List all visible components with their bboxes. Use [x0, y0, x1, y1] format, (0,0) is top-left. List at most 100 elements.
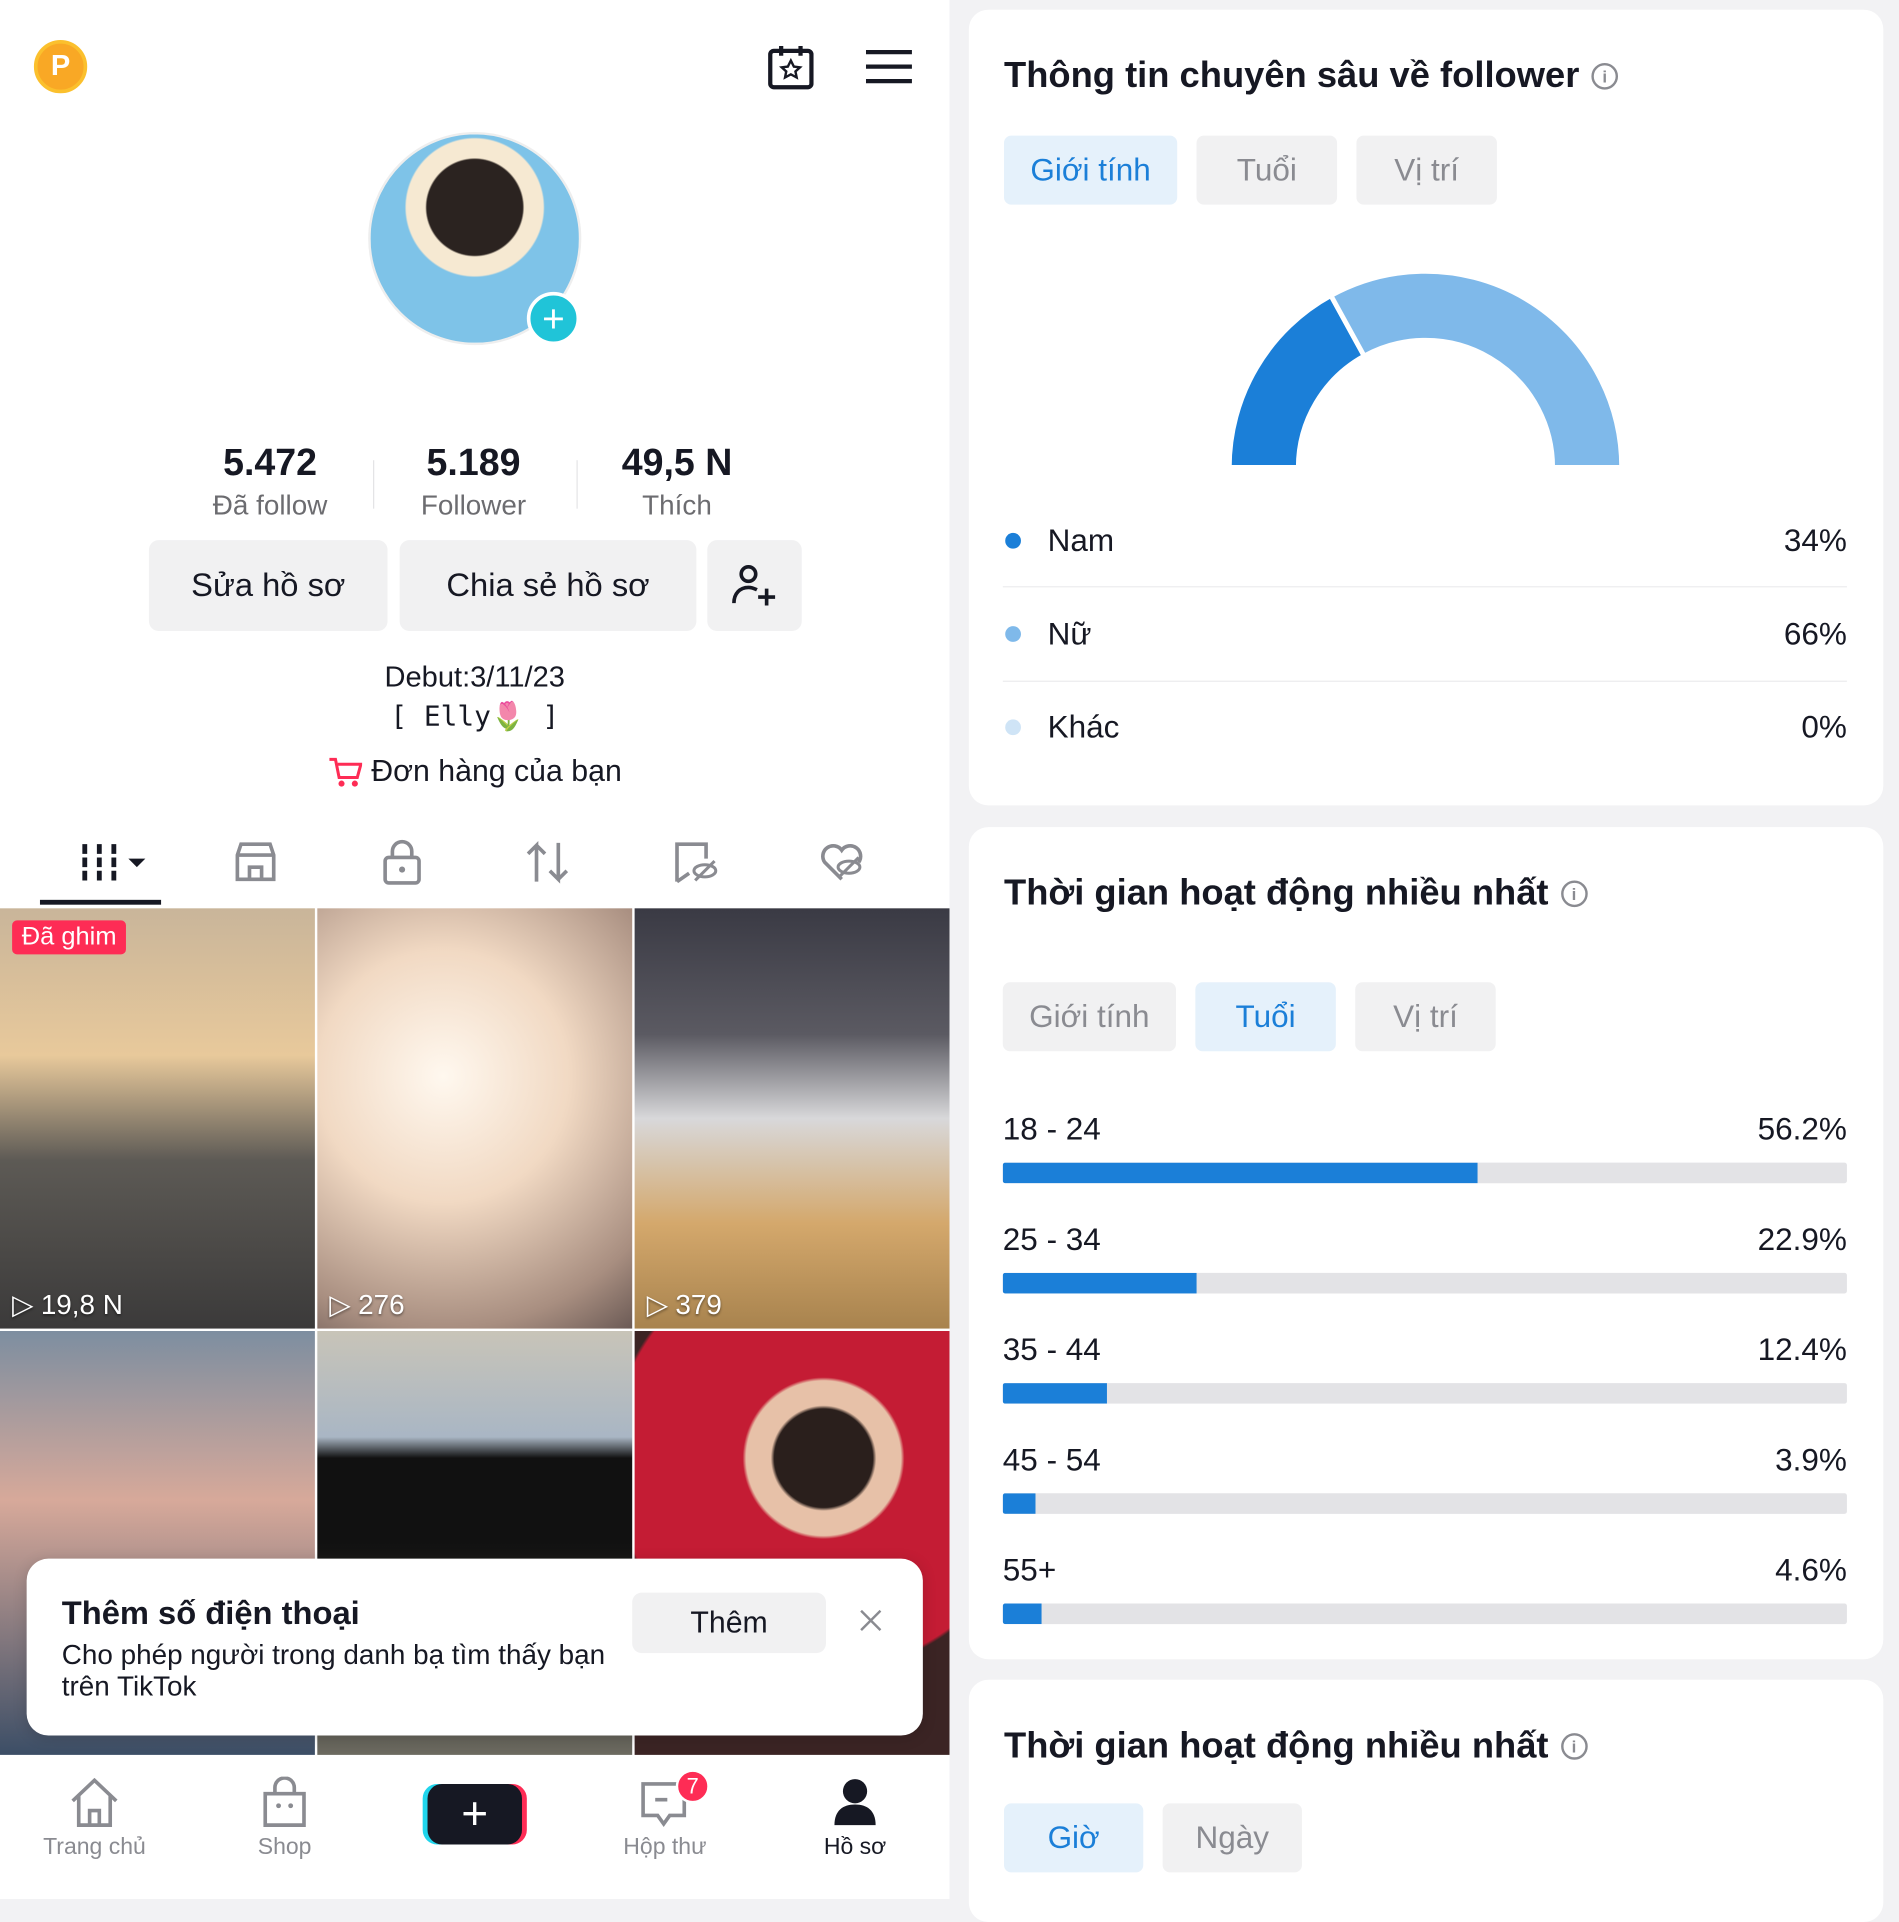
menu-icon[interactable]	[865, 48, 912, 84]
pinned-badge: Đã ghim	[12, 920, 127, 955]
popup-title: Thêm số điện thoại	[61, 1595, 360, 1632]
gender-half-donut-chart	[1226, 268, 1625, 470]
age-bar-row: 25 - 34 22.9%	[1002, 1220, 1847, 1294]
divider	[1002, 586, 1847, 588]
nav-profile[interactable]: Hồ sơ	[782, 1777, 927, 1862]
bar-fill	[1002, 1162, 1478, 1184]
legend-row-male: Nam 34%	[1003, 516, 1847, 564]
age-bar-row: 18 - 24 56.2%	[1002, 1110, 1847, 1184]
home-icon	[71, 1777, 118, 1827]
bar-track	[1002, 1383, 1847, 1404]
age-bar-row: 55+ 4.6%	[1002, 1551, 1847, 1625]
heart-hidden-icon	[821, 844, 863, 881]
orders-link[interactable]: Đơn hàng của bạn	[0, 755, 950, 790]
tab-age[interactable]: Tuổi	[1196, 135, 1338, 205]
age-bar-row: 35 - 44 12.4%	[1002, 1330, 1847, 1404]
legend-dot	[1005, 625, 1021, 642]
tab-hour[interactable]: Giờ	[1004, 1803, 1144, 1873]
donut-segment-1	[1327, 268, 1625, 470]
tab-day[interactable]: Ngày	[1162, 1803, 1302, 1873]
video-thumbnail[interactable]: ▷ 276	[317, 908, 633, 1329]
info-icon[interactable]: i	[1560, 880, 1588, 908]
profile-icon	[834, 1779, 876, 1826]
add-avatar-icon[interactable]: +	[526, 291, 581, 346]
age-value: 22.9%	[1757, 1220, 1847, 1258]
age-label: 45 - 54	[1002, 1441, 1101, 1478]
card-title: Thông tin chuyên sâu về follower i	[1004, 56, 1619, 97]
profile-panel: P + 5.472 Đã follow 5.189 Follower 49,5 NT…	[0, 0, 950, 1900]
lock-icon	[383, 839, 421, 885]
edit-profile-button[interactable]: Sửa hồ sơ	[148, 540, 388, 631]
tab-location[interactable]: Vị trí	[1355, 982, 1496, 1052]
bar-fill	[1002, 1603, 1042, 1625]
add-phone-popup: Thêm số điện thoại Cho phép người trong …	[26, 1558, 923, 1736]
stat-likes[interactable]: 49,5 N Thích	[580, 441, 774, 522]
popup-body: Cho phép người trong danh bạ tìm thấy bạ…	[61, 1638, 606, 1702]
tab-reposts[interactable]	[517, 836, 578, 889]
bar-fill	[1002, 1493, 1036, 1514]
bar-track	[1002, 1162, 1847, 1184]
divider	[373, 460, 375, 509]
share-profile-button[interactable]: Chia sẻ hồ sơ	[399, 540, 697, 631]
tab-gender[interactable]: Giới tính	[1004, 135, 1178, 205]
legend-row-female: Nữ 66%	[1003, 609, 1847, 657]
age-value: 4.6%	[1775, 1551, 1847, 1588]
nav-shop[interactable]: Shop	[212, 1776, 357, 1862]
stat-followers[interactable]: 5.189 Follower	[377, 441, 571, 522]
legend-dot	[1005, 532, 1021, 549]
tab-saved[interactable]	[665, 836, 726, 889]
follower-insights-card: Thông tin chuyên sâu về follower i Giới t…	[968, 9, 1884, 806]
add-friend-button[interactable]	[707, 540, 802, 631]
bio-line: [ Elly🌷 ]	[390, 701, 560, 733]
bar-fill	[1002, 1383, 1108, 1404]
bottom-nav: Trang chủ Shop + Hộp thư 7 Hồ sơ	[0, 1762, 950, 1900]
tab-private[interactable]	[372, 836, 433, 889]
bar-fill	[1002, 1272, 1197, 1294]
video-thumbnail[interactable]: ▷ 379	[634, 908, 950, 1329]
grid-icon	[82, 844, 146, 881]
close-icon[interactable]	[860, 1609, 882, 1632]
bar-track	[1002, 1493, 1847, 1514]
tab-age[interactable]: Tuổi	[1195, 982, 1336, 1052]
divider	[1002, 680, 1847, 682]
age-value: 3.9%	[1775, 1441, 1847, 1478]
info-icon[interactable]: i	[1591, 62, 1619, 90]
repost-icon	[526, 840, 569, 884]
cart-icon	[328, 757, 362, 787]
play-icon: ▷	[12, 1288, 34, 1321]
tab-videos[interactable]	[70, 836, 155, 889]
age-label: 35 - 44	[1002, 1330, 1101, 1368]
shop-icon	[235, 842, 276, 882]
video-thumbnail[interactable]: ▷ 19,8 N	[0, 908, 315, 1329]
card-title: Thời gian hoạt động nhiều nhất i	[1004, 1726, 1588, 1767]
view-count: ▷ 276	[329, 1288, 405, 1321]
card-title: Thời gian hoạt động nhiều nhất i	[1004, 873, 1588, 914]
bio-line: Debut:3/11/23	[384, 661, 565, 694]
age-value: 12.4%	[1757, 1330, 1847, 1368]
info-icon[interactable]: i	[1560, 1733, 1588, 1760]
divider	[576, 460, 578, 509]
create-button[interactable]: +	[427, 1783, 522, 1845]
plus-icon: +	[461, 1788, 489, 1840]
tab-location[interactable]: Vị trí	[1356, 135, 1497, 205]
age-bar-row: 45 - 54 3.9%	[1002, 1441, 1847, 1514]
view-count: ▷ 379	[646, 1288, 722, 1321]
stat-following[interactable]: 5.472 Đã follow	[173, 441, 367, 522]
tab-liked[interactable]	[811, 836, 872, 889]
activity-time-card: Thời gian hoạt động nhiều nhất i Giờ Ngày	[968, 1679, 1884, 1922]
calendar-star-icon[interactable]	[768, 44, 814, 90]
age-value: 56.2%	[1757, 1110, 1847, 1147]
tab-gender[interactable]: Giới tính	[1002, 982, 1176, 1052]
nav-home[interactable]: Trang chủ	[22, 1777, 167, 1862]
play-icon: ▷	[329, 1288, 351, 1321]
play-icon: ▷	[646, 1288, 669, 1321]
tab-shop[interactable]	[225, 836, 286, 889]
bar-track	[1002, 1272, 1847, 1294]
bookmark-hidden-icon	[675, 842, 718, 884]
add-phone-button[interactable]: Thêm	[632, 1592, 826, 1654]
active-tab-indicator	[39, 899, 162, 905]
age-label: 18 - 24	[1002, 1110, 1101, 1147]
coin-icon[interactable]: P	[33, 39, 88, 94]
bar-track	[1002, 1603, 1847, 1625]
nav-inbox[interactable]: Hộp thư	[592, 1777, 737, 1862]
